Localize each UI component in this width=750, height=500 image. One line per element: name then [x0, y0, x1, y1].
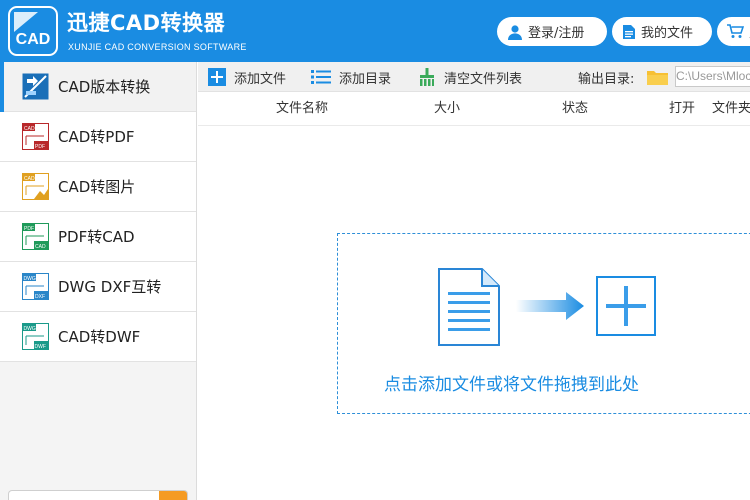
svg-text:DWG: DWG: [24, 326, 36, 332]
toolbar: 添加文件 添加目录 清空文件列表 输出目录: C:\Users\Mloc: [198, 62, 750, 92]
app-window: CAD 迅捷CAD转换器 XUNJIE CAD CONVERSION SOFTW…: [0, 0, 750, 500]
sidebar-item-cad-to-pdf[interactable]: CAD PDF CAD转PDF: [0, 112, 196, 162]
column-header-open: 打开: [669, 101, 696, 116]
sidebar-item-label: CAD转PDF: [58, 128, 135, 146]
cart-icon: [727, 24, 744, 38]
add-directory-label: 添加目录: [339, 71, 392, 87]
svg-text:PDF: PDF: [24, 226, 34, 232]
column-header-size: 大小: [434, 101, 461, 116]
sidebar-item-label: CAD转图片: [58, 178, 136, 196]
app-header: CAD 迅捷CAD转换器 XUNJIE CAD CONVERSION SOFTW…: [0, 0, 750, 62]
svg-text:CAD: CAD: [35, 244, 46, 250]
clear-list-label: 清空文件列表: [444, 71, 523, 87]
sidebar-item-dwg-dxf-convert[interactable]: DWG DXF DWG DXF互转: [0, 262, 196, 312]
sidebar-item-pdf-to-cad[interactable]: PDF CAD PDF转CAD: [0, 212, 196, 262]
sidebar: CAD版本转换 CAD PDF CAD转PDF CAD CAD转图片 PDF C…: [0, 62, 197, 500]
file-drop-zone[interactable]: 点击添加文件或将文件拖拽到此处: [337, 233, 750, 414]
login-register-label: 登录/注册: [528, 26, 585, 41]
svg-text:DWF: DWF: [35, 344, 46, 350]
column-header-file-name: 文件名称: [276, 101, 329, 116]
add-directory-button[interactable]: 添加目录: [311, 62, 391, 92]
user-icon: [508, 24, 522, 40]
dwg-dxf-convert-icon: DWG DXF: [22, 273, 49, 300]
list-icon: [311, 70, 331, 84]
cad-to-pdf-icon: CAD PDF: [22, 123, 49, 150]
sidebar-item-label: PDF转CAD: [58, 228, 135, 246]
add-file-button[interactable]: 添加文件: [208, 62, 286, 92]
output-path-field[interactable]: C:\Users\Mloc: [675, 66, 750, 87]
clear-list-button[interactable]: 清空文件列表: [418, 62, 522, 92]
app-title: 迅捷CAD转换器: [67, 11, 226, 35]
add-file-icon: [208, 68, 226, 86]
pdf-to-cad-icon: PDF CAD: [22, 223, 49, 250]
column-header-status: 状态: [562, 101, 589, 116]
folder-icon[interactable]: [647, 69, 668, 85]
sidebar-item-label: DWG DXF互转: [58, 278, 162, 296]
arrow-right-icon: [516, 292, 584, 320]
app-logo: CAD: [8, 6, 58, 56]
sidebar-item-cad-to-image[interactable]: CAD CAD转图片: [0, 162, 196, 212]
login-register-button[interactable]: 登录/注册: [497, 17, 607, 46]
document-icon: [438, 268, 500, 346]
add-plus-icon: [596, 276, 656, 336]
svg-text:DXF: DXF: [35, 294, 45, 300]
column-header-folder: 文件夹: [712, 101, 750, 116]
purchase-button[interactable]: 购: [717, 17, 750, 46]
cad-to-dwf-icon: DWG DWF: [22, 323, 49, 350]
logo-text: CAD: [15, 31, 51, 48]
output-directory-label: 输出目录:: [578, 71, 635, 87]
my-files-button[interactable]: 我的文件: [612, 17, 712, 46]
promo-badge: [159, 491, 187, 500]
app-subtitle: XUNJIE CAD CONVERSION SOFTWARE: [68, 42, 247, 52]
sidebar-item-cad-version-convert[interactable]: CAD版本转换: [0, 62, 196, 112]
svg-text:CAD: CAD: [24, 126, 35, 132]
file-table-header: 文件名称 大小 状态 打开 文件夹: [198, 92, 750, 126]
svg-text:PDF: PDF: [35, 144, 45, 150]
sidebar-item-label: CAD转DWF: [58, 328, 141, 346]
broom-icon: [420, 68, 434, 86]
drop-zone-hint: 点击添加文件或将文件拖拽到此处: [384, 375, 639, 395]
sidebar-item-label: CAD版本转换: [58, 78, 151, 96]
sidebar-bottom-card[interactable]: [8, 490, 188, 500]
document-icon: [623, 24, 635, 39]
my-files-label: 我的文件: [641, 26, 694, 41]
svg-text:DWG: DWG: [24, 276, 36, 282]
sidebar-item-cad-to-dwf[interactable]: DWG DWF CAD转DWF: [0, 312, 196, 362]
cad-to-image-icon: CAD: [22, 173, 49, 200]
cad-version-convert-icon: [22, 73, 49, 100]
add-file-label: 添加文件: [234, 71, 287, 87]
svg-text:CAD: CAD: [24, 176, 35, 182]
